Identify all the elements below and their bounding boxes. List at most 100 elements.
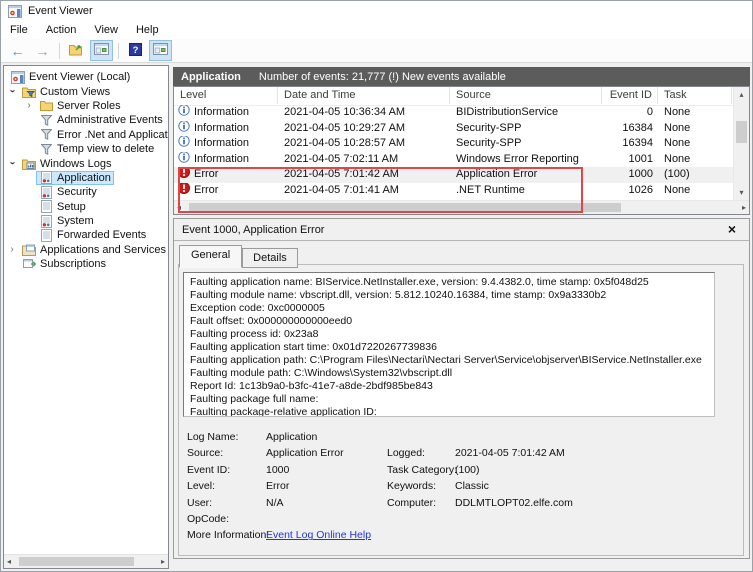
table-row[interactable]: Information2021-04-05 10:28:57 AMSecurit… — [174, 136, 734, 152]
tree-item-label: Setup — [57, 201, 86, 213]
close-icon[interactable]: × — [724, 221, 740, 237]
column-header-source[interactable]: Source — [450, 87, 602, 104]
field-value: Classic — [455, 480, 489, 492]
vertical-scrollbar[interactable]: ▴ ▾ — [733, 87, 749, 200]
description-line: Faulting module path: C:\Windows\System3… — [190, 367, 708, 380]
date-cell: 2021-04-05 10:28:57 AM — [278, 136, 450, 152]
level-text: Error — [194, 183, 218, 199]
horizontal-scrollbar-thumb[interactable] — [189, 203, 621, 212]
event-log-online-help-link[interactable]: Event Log Online Help — [266, 529, 371, 541]
tree-item-label: Windows Logs — [40, 158, 112, 170]
scroll-right-icon[interactable]: ▸ — [161, 555, 165, 568]
task-category-cell: None — [658, 105, 732, 121]
chevron-down-icon[interactable]: › — [6, 86, 18, 96]
info-icon — [178, 136, 190, 152]
help-button[interactable]: ? — [124, 40, 147, 61]
tree-item-label: Error .Net and Application — [57, 129, 168, 141]
scroll-right-icon[interactable]: ▸ — [742, 201, 746, 214]
chevron-down-icon[interactable]: › — [6, 158, 18, 168]
sidebar-scrollbar-thumb[interactable] — [19, 557, 134, 566]
tree-item-setup[interactable]: Setup — [4, 200, 168, 214]
menu-view[interactable]: View — [85, 22, 127, 38]
scroll-up-icon[interactable]: ▴ — [734, 88, 749, 101]
field-label: Task Category: — [387, 464, 457, 476]
scroll-left-icon[interactable]: ◂ — [177, 201, 181, 214]
column-header-level[interactable]: Level — [174, 87, 278, 104]
tree-item-administrative-events[interactable]: Administrative Events — [4, 113, 168, 127]
export-button[interactable] — [65, 40, 88, 61]
toolbar-separator — [59, 43, 60, 59]
horizontal-scrollbar[interactable]: ◂ ▸ — [174, 200, 749, 214]
filter-icon — [39, 144, 53, 155]
title-bar: Event Viewer — [1, 1, 752, 21]
table-row[interactable]: Information2021-04-05 10:29:27 AMSecurit… — [174, 121, 734, 137]
scroll-left-icon[interactable]: ◂ — [7, 555, 11, 568]
field-label: Computer: — [387, 497, 436, 509]
level-cell: Information — [174, 136, 278, 152]
event-description: Faulting application name: BIService.Net… — [183, 272, 715, 417]
source-cell: BIDistributionService — [450, 105, 602, 121]
tree-item-application[interactable]: Application — [4, 171, 168, 185]
field-row: More Information:Event Log Online Help — [187, 529, 733, 545]
forward-button[interactable]: → — [31, 40, 54, 61]
tree-item-content: Subscriptions — [19, 257, 109, 271]
tree-item-temp-view-to-delete[interactable]: Temp view to delete — [4, 142, 168, 156]
tree-item-subscriptions[interactable]: Subscriptions — [4, 257, 168, 271]
menu-file[interactable]: File — [1, 22, 37, 38]
field-row: Level:ErrorKeywords:Classic — [187, 480, 733, 496]
tree-item-forwarded-events[interactable]: Forwarded Events — [4, 228, 168, 242]
tree-item-system[interactable]: System — [4, 214, 168, 228]
source-cell: Application Error — [450, 167, 602, 183]
menu-action[interactable]: Action — [37, 22, 86, 38]
show-console-tree-button[interactable] — [90, 40, 113, 61]
tree-item-content: Event Viewer (Local) — [8, 70, 133, 84]
level-cell: Information — [174, 105, 278, 121]
help-icon: ? — [129, 43, 142, 59]
source-cell: Security-SPP — [450, 136, 602, 152]
tree-item-error-net-and-application[interactable]: Error .Net and Application — [4, 128, 168, 142]
level-cell: Information — [174, 152, 278, 168]
menu-help[interactable]: Help — [127, 22, 168, 38]
source-cell: .NET Runtime — [450, 183, 602, 199]
field-value: 1000 — [266, 464, 289, 476]
console-window-icon — [94, 43, 109, 58]
back-arrow-icon: ← — [11, 44, 25, 58]
sidebar-horizontal-scrollbar[interactable]: ◂ ▸ — [4, 554, 168, 568]
menu-bar: FileActionViewHelp — [1, 21, 752, 39]
windows-logs-icon — [22, 158, 36, 170]
task-category-cell: None — [658, 183, 732, 199]
source-cell: Security-SPP — [450, 121, 602, 137]
scroll-down-icon[interactable]: ▾ — [734, 186, 749, 199]
table-row[interactable]: Information2021-04-05 10:36:34 AMBIDistr… — [174, 105, 734, 121]
event-id-cell: 16384 — [602, 121, 658, 137]
description-line: Report Id: 1c13b9a0-b3fc-41e7-a8de-2bdf9… — [190, 380, 708, 393]
tree-item-event-viewer-local[interactable]: Event Viewer (Local) — [4, 70, 168, 84]
tree-item-server-roles[interactable]: › Server Roles — [4, 99, 168, 113]
vertical-scrollbar-thumb[interactable] — [736, 121, 747, 143]
app-window: Event Viewer FileActionViewHelp ← →? Even… — [0, 0, 753, 572]
table-row[interactable]: Error2021-04-05 7:01:41 AM.NET Runtime10… — [174, 183, 734, 199]
chevron-right-icon[interactable]: › — [24, 100, 34, 112]
source-cell: Windows Error Reporting — [450, 152, 602, 168]
event-detail-pane: Event 1000, Application Error × GeneralD… — [173, 218, 750, 559]
tab-details[interactable]: Details — [242, 248, 298, 268]
show-action-pane-button[interactable] — [149, 40, 172, 61]
tree-item-custom-views[interactable]: ›Custom Views — [4, 84, 168, 98]
back-button[interactable]: ← — [6, 40, 29, 61]
chevron-right-icon[interactable]: › — [7, 244, 17, 256]
info-icon — [178, 105, 190, 121]
tab-general[interactable]: General — [179, 245, 242, 268]
column-header-event-id[interactable]: Event ID — [602, 87, 658, 104]
column-header-task-category[interactable]: Task Category — [658, 87, 732, 104]
task-category-cell: None — [658, 152, 732, 168]
tree-item-applications-and-services-log[interactable]: ›Applications and Services Log — [4, 243, 168, 257]
tree-item-windows-logs[interactable]: › Windows Logs — [4, 156, 168, 170]
tree-item-label: Event Viewer (Local) — [29, 71, 130, 83]
tree-item-security[interactable]: Security — [4, 185, 168, 199]
table-row[interactable]: Error2021-04-05 7:01:42 AMApplication Er… — [174, 167, 734, 183]
description-line: Faulting module name: vbscript.dll, vers… — [190, 289, 708, 302]
event-id-cell: 0 — [602, 105, 658, 121]
column-header-date-and-time[interactable]: Date and Time — [278, 87, 450, 104]
tree-item-label: Server Roles — [57, 100, 121, 112]
table-row[interactable]: Information2021-04-05 7:02:11 AMWindows … — [174, 152, 734, 168]
